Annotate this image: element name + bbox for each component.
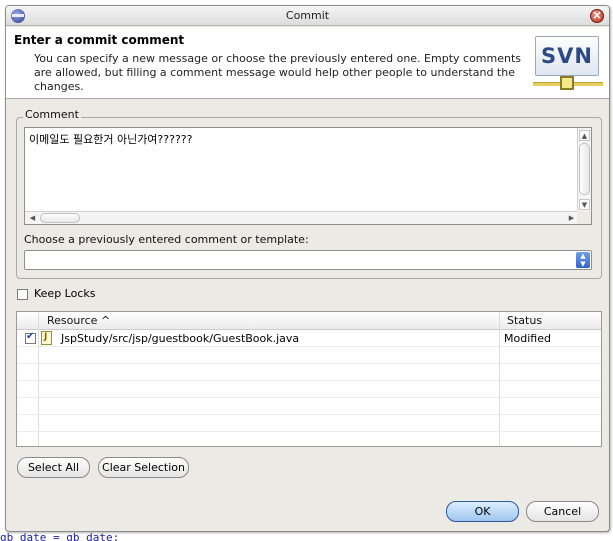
comment-text: 이메일도 필요한거 아닌가여?????? bbox=[29, 133, 193, 146]
java-file-icon bbox=[41, 331, 52, 345]
ok-button[interactable]: OK bbox=[446, 501, 519, 522]
background-code-line: gb_date = gb_date; bbox=[0, 531, 120, 541]
table-header: Resource ^ Status bbox=[17, 312, 601, 330]
row-status: Modified bbox=[504, 332, 551, 345]
scroll-right-icon[interactable]: ▶ bbox=[566, 213, 577, 223]
column-header-resource[interactable]: Resource ^ bbox=[47, 314, 110, 327]
clear-selection-button[interactable]: Clear Selection bbox=[98, 457, 189, 478]
table-row-empty bbox=[17, 398, 601, 415]
comment-group-label: Comment bbox=[23, 108, 81, 121]
svn-logo-icon: SVN bbox=[533, 36, 603, 92]
window-title: Commit bbox=[285, 9, 330, 22]
scroll-corner bbox=[577, 211, 591, 224]
header-title: Enter a commit comment bbox=[14, 33, 185, 47]
comment-textarea[interactable]: 이메일도 필요한거 아닌가여?????? ▲ ▼ ◀ ▶ bbox=[24, 127, 592, 225]
table-row-empty bbox=[17, 364, 601, 381]
keep-locks-label: Keep Locks bbox=[34, 287, 96, 300]
dialog-header: Enter a commit comment You can specify a… bbox=[6, 27, 609, 99]
table-row-empty bbox=[17, 381, 601, 398]
table-row-empty bbox=[17, 347, 601, 364]
svn-logo-text: SVN bbox=[541, 44, 593, 68]
column-header-status[interactable]: Status bbox=[507, 314, 542, 327]
comment-horizontal-scrollbar[interactable]: ◀ ▶ bbox=[25, 211, 579, 224]
header-description: You can specify a new message or choose … bbox=[34, 52, 522, 93]
table-row-empty bbox=[17, 415, 601, 432]
table-row[interactable]: JspStudy/src/jsp/guestbook/GuestBook.jav… bbox=[17, 330, 601, 347]
scroll-left-icon[interactable]: ◀ bbox=[27, 213, 38, 223]
scroll-down-icon[interactable]: ▼ bbox=[579, 199, 590, 210]
scroll-thumb-horizontal[interactable] bbox=[40, 213, 80, 223]
previous-comment-combo[interactable]: ▲ ▼ bbox=[24, 250, 592, 270]
scroll-up-icon[interactable]: ▲ bbox=[579, 130, 590, 141]
comment-vertical-scrollbar[interactable]: ▲ ▼ bbox=[577, 128, 591, 212]
keep-locks-checkbox[interactable] bbox=[17, 289, 28, 300]
commit-dialog: Commit Enter a commit comment You can sp… bbox=[5, 5, 610, 532]
row-resource: JspStudy/src/jsp/guestbook/GuestBook.jav… bbox=[61, 332, 300, 345]
combo-arrow-icon[interactable]: ▲ ▼ bbox=[576, 252, 590, 268]
previous-comment-label: Choose a previously entered comment or t… bbox=[24, 233, 309, 246]
scroll-thumb[interactable] bbox=[579, 143, 590, 195]
title-bar[interactable]: Commit bbox=[6, 6, 609, 26]
select-all-button[interactable]: Select All bbox=[17, 457, 90, 478]
cancel-button[interactable]: Cancel bbox=[526, 501, 599, 522]
row-checkbox[interactable] bbox=[25, 331, 36, 344]
resource-table: Resource ^ Status JspStudy/src/jsp/guest… bbox=[16, 311, 602, 447]
close-button[interactable] bbox=[590, 8, 604, 23]
